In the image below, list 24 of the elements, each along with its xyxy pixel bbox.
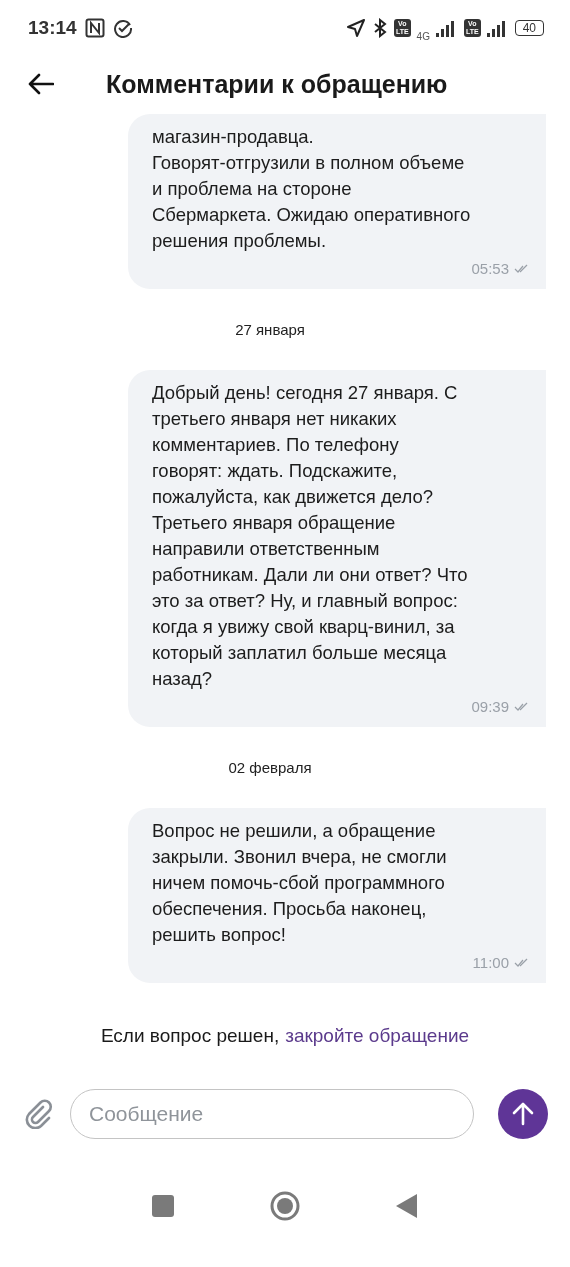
message-text: магазин-продавца. Говорят-отгрузили в полном объеме и проблема на стороне Сбермаркета. Ожидаю оперативного решения проблемы. — [152, 125, 472, 253]
home-icon[interactable] — [270, 1191, 300, 1221]
network-type: 4G — [416, 30, 430, 42]
nfc-icon — [84, 18, 105, 38]
close-request-link[interactable]: закройте обращение — [285, 1025, 470, 1047]
date-separator: 27 января — [235, 321, 305, 338]
message-time: 11:00 — [472, 954, 509, 971]
send-button[interactable] — [498, 1089, 548, 1139]
message-text: Вопрос не решили, а обращение закрыли. Звонил вчера, не смогли ничем помочь-сбой программного обеспечения. Просьба наконец, решить вопрос! — [152, 819, 448, 947]
paperclip-icon[interactable] — [24, 1099, 54, 1129]
message-input[interactable]: Сообщение — [70, 1089, 474, 1139]
message-time: 09:39 — [471, 698, 509, 715]
back-arrow-icon[interactable] — [28, 73, 54, 95]
location-icon — [345, 18, 366, 38]
message-text: Добрый день! сегодня 27 января. С третьего января нет никаких комментариев. По телефону говорят: ждать. Подскажите, пожалуйста, как движется дело? Третьего января обращение направили ответственным работникам. Дали ли они ответ? Что это за ответ? Ну, и главный вопрос: когда я увижу свой кварц-винил, за который заплатил больше месяца назад? — [152, 381, 469, 691]
check-circle-icon — [112, 18, 133, 38]
date-separator: 02 февраля — [228, 759, 312, 776]
arrow-up-icon — [512, 1102, 534, 1126]
close-hint-text: Если вопрос решен, — [100, 1025, 280, 1047]
page-title: Комментарии к обращению — [106, 69, 448, 99]
back-icon[interactable] — [396, 1194, 418, 1218]
battery-indicator: 40 — [514, 20, 544, 36]
status-time: 13:14 — [28, 17, 77, 39]
message-time: 05:53 — [471, 260, 509, 277]
